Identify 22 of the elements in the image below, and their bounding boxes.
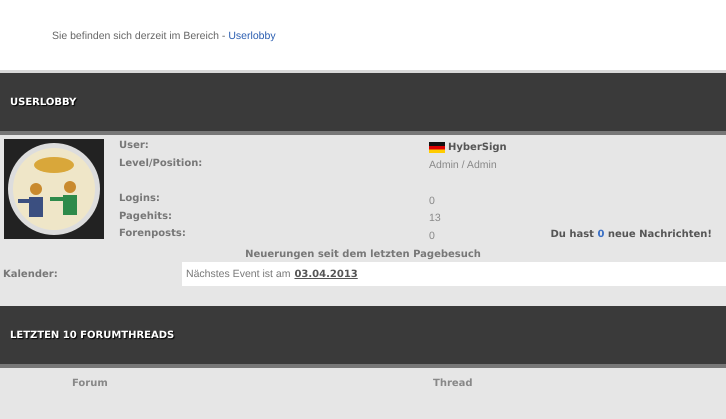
username: HyberSign <box>448 140 507 155</box>
column-header: Forum <box>72 378 109 389</box>
flag-icon <box>429 142 445 154</box>
field-label: Level/Position: <box>119 156 204 171</box>
field-value: Admin / Admin <box>429 158 497 172</box>
breadcrumb-text: Sie befinden sich derzeit im Bereich - <box>52 30 226 42</box>
breadcrumb-link[interactable]: Userlobby <box>228 30 276 42</box>
section-title: USERLOBBY <box>10 96 76 108</box>
event-text: Nächstes Event ist am <box>186 268 290 280</box>
news-heading: Neuerungen seit dem letzten Pagebesuch <box>245 249 481 260</box>
field-label: Forenposts: <box>119 227 187 242</box>
calendar-label: Kalender: <box>3 268 58 280</box>
field-label: User: <box>119 139 150 153</box>
field-value: 13 <box>429 211 441 226</box>
section-title: LETZTEN 10 FORUMTHREADS <box>10 330 174 340</box>
column-header: Thread <box>433 378 474 389</box>
field-label: Logins: <box>119 192 161 206</box>
field-label: Pagehits: <box>119 210 174 224</box>
field-value: 0 <box>429 229 435 244</box>
event-date-link[interactable]: 03.04.2013 <box>294 268 358 280</box>
message-notice: Du hast 0 neue Nachrichten! <box>550 229 712 240</box>
field-value: 0 <box>429 194 435 208</box>
